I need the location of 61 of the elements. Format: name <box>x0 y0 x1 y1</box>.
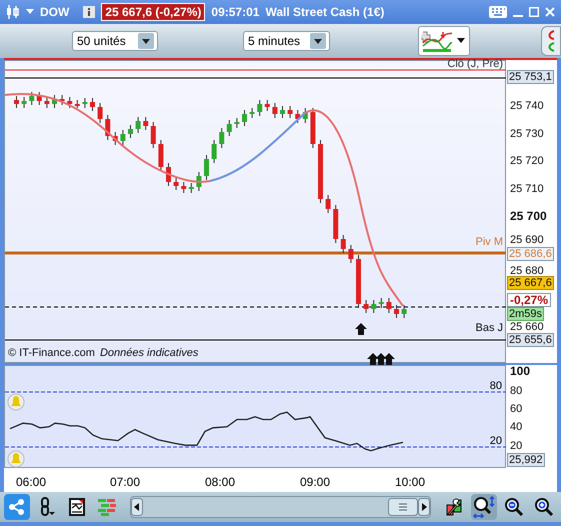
candlestick-icon[interactable] <box>6 4 20 20</box>
price-axis-label: 25 720 <box>510 154 544 167</box>
price-axis-label: 25 680 <box>510 264 544 277</box>
price-line-label: Clô (J, Pré) <box>447 58 503 70</box>
price-line-label: Piv M <box>476 236 503 248</box>
price-axis-label: 25 740 <box>510 100 544 112</box>
price-axis-label: 25 753,1 <box>507 70 554 84</box>
wrench-icon <box>445 497 463 518</box>
time-axis-label: 10:00 <box>394 475 426 490</box>
price-axis-label: -0,27% <box>507 292 552 307</box>
oscillator-axis-label: 40 <box>510 420 522 433</box>
level-label: 80 <box>490 380 502 392</box>
horizontal-scrollbar[interactable] <box>130 496 431 518</box>
scroll-left-icon[interactable] <box>131 498 143 516</box>
oscillator-axis-label: 60 <box>510 402 522 415</box>
price-axis-label: 25 730 <box>510 128 544 140</box>
interval-dropdown[interactable]: 5 minutes <box>243 30 330 51</box>
swap-button[interactable] <box>541 26 561 56</box>
info-icon[interactable] <box>83 6 96 18</box>
price-axis-label: 25 655,6 <box>507 333 554 348</box>
time-axis-label: 07:00 <box>110 475 140 490</box>
instrument-name: Wall Street Cash (1€) <box>265 4 384 19</box>
price-axis-label: 25 686,6 <box>507 246 554 261</box>
time-axis-label: 06:00 <box>16 475 46 490</box>
level-label: 20 <box>490 434 502 447</box>
zoom-out-icon <box>504 497 524 518</box>
chain-link-icon <box>39 497 55 518</box>
oscillator-value-label: 25,992 <box>507 452 545 467</box>
price-line-label: Bas J <box>475 322 503 334</box>
units-dropdown[interactable]: 50 unités <box>72 30 158 51</box>
chart-document-icon <box>69 498 85 516</box>
oscillator-axis-label: 20 <box>510 440 522 452</box>
indicators-chart-icon <box>421 28 453 53</box>
maximize-icon[interactable] <box>529 6 539 17</box>
price-axis-label: 25 667,6 <box>507 276 554 290</box>
scroll-thumb-icon[interactable] <box>388 498 418 516</box>
oscillator-axis-label: 100 <box>510 364 530 377</box>
copyright-text: © IT-Finance.com <box>8 346 95 359</box>
zoom-fit-button[interactable] <box>471 494 497 520</box>
share-icon <box>8 498 26 516</box>
price-badge: 25 667,6 (-0,27%) <box>101 2 206 21</box>
zoom-fit-icon <box>473 496 495 518</box>
oscillator-axis-label: 80 <box>510 384 522 397</box>
caret-icon[interactable] <box>457 38 465 44</box>
price-axis-label: 25 660 <box>510 320 544 333</box>
time-axis-label: 08:00 <box>204 475 236 490</box>
clock-time: 09:57:01 <box>211 4 260 19</box>
up-arrow-icon <box>355 322 367 335</box>
price-axis-label: 25 710 <box>510 182 544 195</box>
zoom-in-icon <box>534 497 554 518</box>
disclaimer-text: Données indicatives <box>100 346 198 359</box>
scroll-right-icon[interactable] <box>418 498 430 516</box>
indicators-button[interactable] <box>418 26 470 56</box>
price-axis-label: 2m59s <box>507 307 544 322</box>
keyboard-icon[interactable] <box>489 6 507 18</box>
bricks-icon <box>98 498 116 516</box>
time-axis-label: 09:00 <box>300 475 330 490</box>
up-arrows-icon <box>367 352 395 365</box>
price-axis-label: 25 700 <box>510 210 547 222</box>
price-axis-label: 25 690 <box>510 234 544 246</box>
close-icon[interactable] <box>545 6 555 17</box>
